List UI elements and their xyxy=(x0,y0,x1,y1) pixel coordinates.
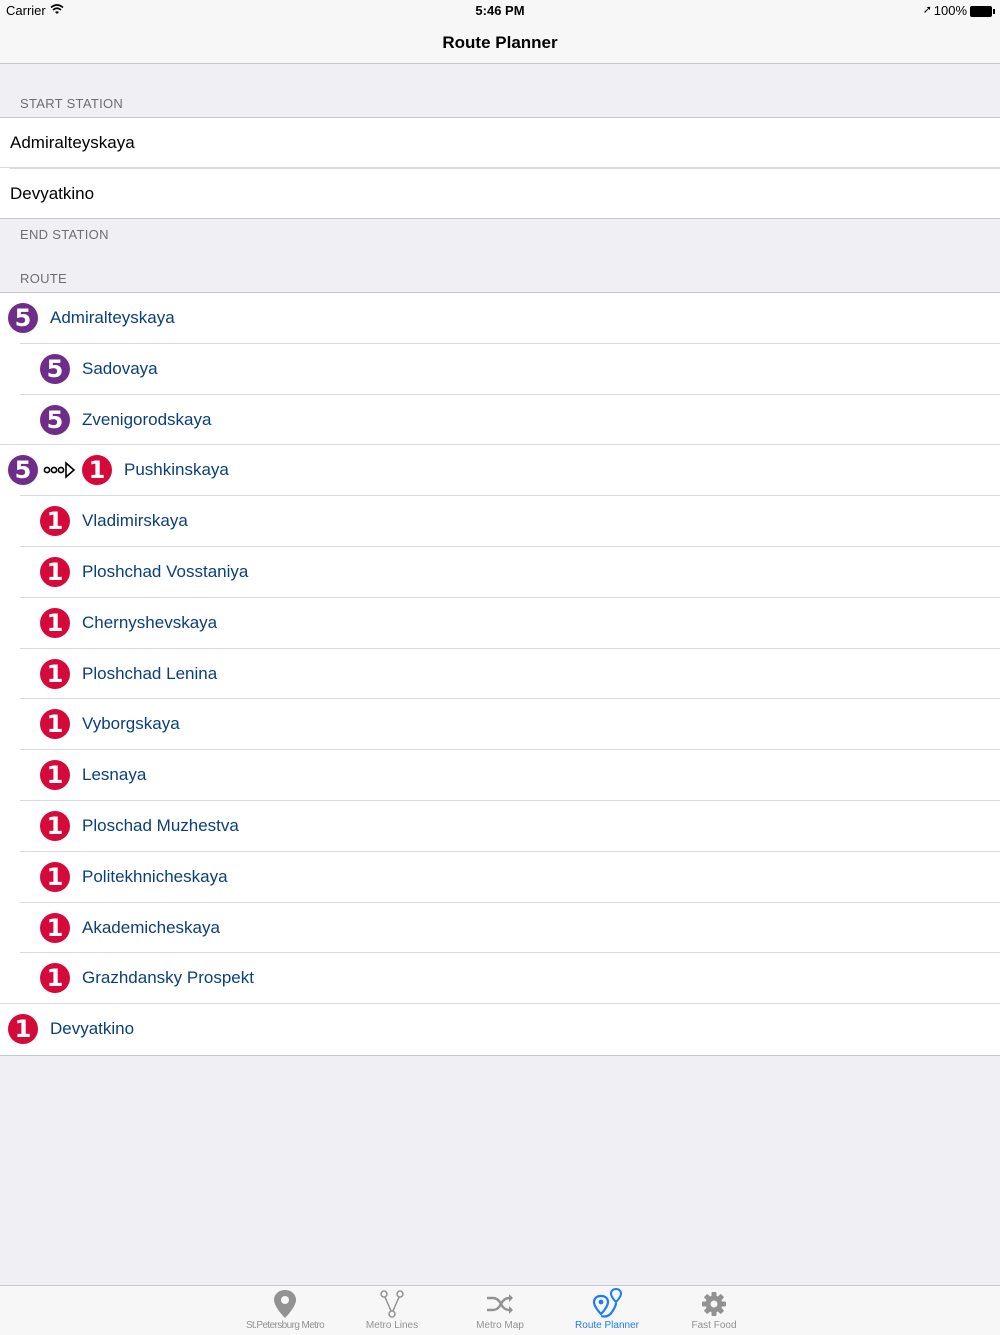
route-row[interactable]: 5 Admiralteyskaya xyxy=(0,293,1000,344)
line-badge: 1 xyxy=(40,912,70,943)
route-list: 5 Admiralteyskaya 5 Sadovaya 5 Zvenigorodskay… xyxy=(0,292,1000,1056)
route-row[interactable]: 1 Ploschad Muzhestva xyxy=(0,801,1000,852)
tab-route-planner[interactable]: Route Planner xyxy=(557,1286,657,1335)
station-name: Politekhnicheskaya xyxy=(82,866,228,886)
branch-lines-icon xyxy=(380,1290,404,1318)
station-name: Ploshchad Lenina xyxy=(82,663,218,683)
route-row[interactable]: 1 Vladimirskaya xyxy=(0,496,1000,547)
line-badge: 1 xyxy=(40,709,70,740)
station-name: Pushkinskaya xyxy=(124,460,229,480)
route-pins-icon xyxy=(592,1288,623,1318)
end-station-value: Devyatkino xyxy=(10,184,95,203)
battery-icon xyxy=(970,6,995,17)
start-station-cell[interactable]: Admiralteyskaya xyxy=(0,118,1000,168)
start-station-header: START STATION xyxy=(20,96,124,111)
station-name: Admiralteyskaya xyxy=(50,308,175,327)
tab-label: Metro Lines xyxy=(365,1320,419,1331)
line-badge: 5 xyxy=(40,404,70,435)
line-badge: 1 xyxy=(82,455,112,486)
line-badge: 1 xyxy=(40,556,70,587)
status-bar: Carrier 5:46 PM ➚ 100% xyxy=(0,0,1000,22)
tab-metro-lines[interactable]: Metro Lines xyxy=(342,1286,442,1335)
line-badge: 1 xyxy=(40,506,70,537)
station-name: Lesnaya xyxy=(82,765,147,785)
tab-label: St.Petersburg Metro xyxy=(245,1320,325,1331)
line-badge: 5 xyxy=(40,353,70,384)
station-selection-group: Admiralteyskaya Devyatkino xyxy=(0,117,1000,219)
route-row[interactable]: 1 Politekhnicheskaya xyxy=(0,852,1000,903)
tab-label: Metro Map xyxy=(476,1320,524,1331)
gear-icon xyxy=(702,1292,726,1316)
route-transfer-row[interactable]: 5 1 Pushkinskaya xyxy=(0,445,1000,497)
location-arrow-icon: ➚ xyxy=(922,4,932,16)
tab-fast-food[interactable]: Fast Food xyxy=(664,1286,764,1335)
station-name: Zvenigorodskaya xyxy=(82,409,212,429)
tab-st-petersburg-metro[interactable]: St.Petersburg Metro xyxy=(235,1286,335,1335)
route-row[interactable]: 1 Grazhdansky Prospekt xyxy=(0,953,1000,1005)
station-name: Vladimirskaya xyxy=(82,511,188,531)
station-name: Ploschad Muzhestva xyxy=(82,815,239,835)
route-row[interactable]: 1 Devyatkino xyxy=(0,1004,1000,1055)
shuffle-icon xyxy=(487,1294,513,1314)
navigation-bar: Route Planner xyxy=(0,22,1000,64)
route-row[interactable]: 1 Akademicheskaya xyxy=(0,903,1000,954)
end-station-header: END STATION xyxy=(20,227,109,242)
station-name: Grazhdansky Prospekt xyxy=(82,968,254,988)
route-row[interactable]: 1 Ploshchad Lenina xyxy=(0,649,1000,700)
line-badge: 5 xyxy=(8,303,38,333)
tab-bar: St.Petersburg Metro Metro Lines Metro Ma… xyxy=(0,1285,1000,1335)
page-title: Route Planner xyxy=(442,33,558,52)
clock: 5:46 PM xyxy=(475,3,525,18)
route-header: ROUTE xyxy=(20,271,67,286)
station-name: Ploshchad Vosstaniya xyxy=(82,561,249,581)
end-station-cell[interactable]: Devyatkino xyxy=(10,168,1000,218)
line-badge: 1 xyxy=(8,1014,38,1045)
tab-label: Route Planner xyxy=(575,1320,639,1331)
line-badge: 5 xyxy=(8,455,38,486)
route-row[interactable]: 1 Vyborgskaya xyxy=(0,699,1000,751)
battery-percent: 100% xyxy=(933,3,967,18)
line-badge: 1 xyxy=(40,760,70,791)
map-pin-icon xyxy=(274,1290,296,1318)
route-row[interactable]: 1 Ploshchad Vosstaniya xyxy=(0,547,1000,598)
tab-label: Fast Food xyxy=(691,1320,737,1331)
route-row[interactable]: 5 Zvenigorodskaya xyxy=(0,395,1000,446)
station-name: Chernyshevskaya xyxy=(82,612,218,632)
line-badge: 1 xyxy=(40,810,70,841)
station-name: Sadovaya xyxy=(82,358,158,378)
line-badge: 1 xyxy=(40,963,70,994)
line-badge: 1 xyxy=(40,658,70,689)
route-row[interactable]: 1 Chernyshevskaya xyxy=(0,598,1000,649)
line-badge: 1 xyxy=(40,861,70,892)
route-row[interactable]: 5 Sadovaya xyxy=(0,344,1000,395)
station-name: Devyatkino xyxy=(50,1019,135,1039)
start-station-value: Admiralteyskaya xyxy=(10,133,135,152)
station-name: Vyborgskaya xyxy=(82,714,180,734)
station-name: Akademicheskaya xyxy=(82,917,220,937)
transfer-arrow-icon xyxy=(43,461,76,480)
route-row[interactable]: 1 Lesnaya xyxy=(0,750,1000,801)
line-badge: 1 xyxy=(40,607,70,638)
tab-metro-map[interactable]: Metro Map xyxy=(450,1286,550,1335)
